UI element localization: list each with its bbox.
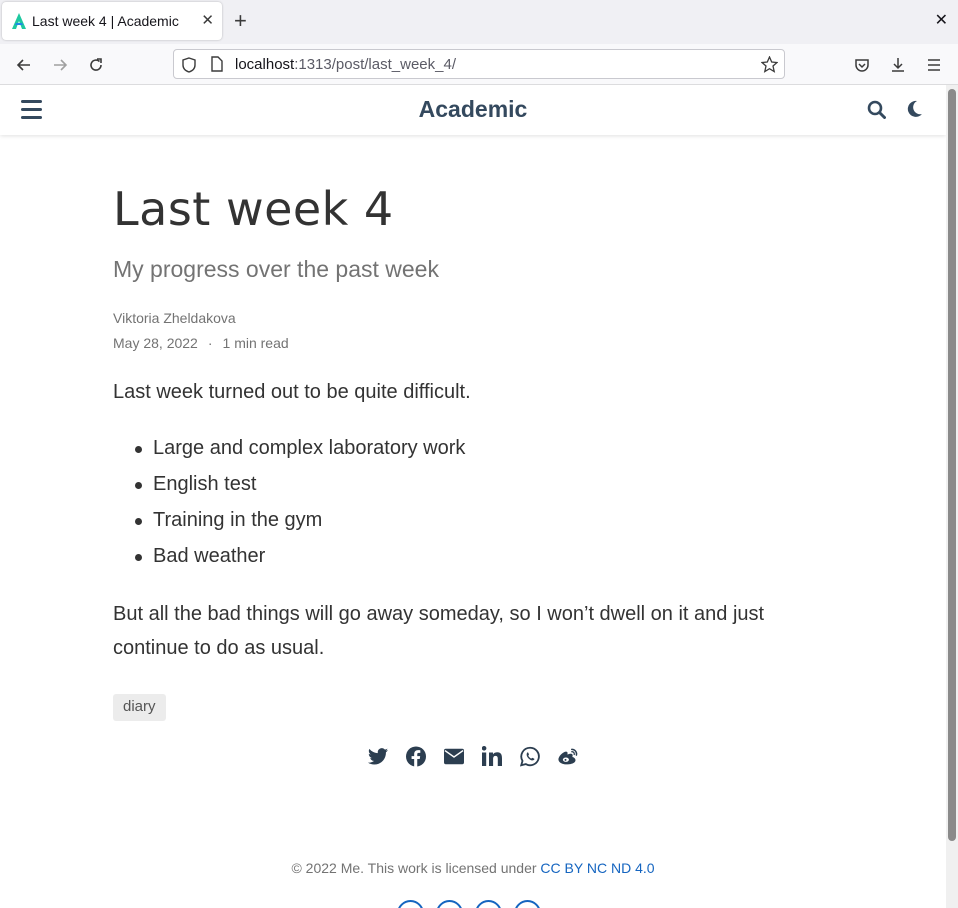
browser-toolbar: localhost:1313/post/last_week_4/ bbox=[0, 44, 958, 85]
pocket-button[interactable] bbox=[849, 52, 875, 78]
author-name[interactable]: Viktoria Zheldakova bbox=[113, 310, 236, 326]
facebook-icon[interactable] bbox=[406, 745, 426, 767]
page-title: Last week 4 bbox=[113, 182, 394, 236]
back-arrow-icon bbox=[16, 59, 30, 71]
list-item: Training in the gym bbox=[113, 507, 465, 543]
forward-arrow-icon bbox=[54, 59, 68, 71]
menu-icon bbox=[928, 59, 940, 71]
scrollbar-thumb[interactable] bbox=[948, 89, 956, 841]
footer-license-badges bbox=[397, 900, 541, 908]
browser-tab-strip: Last week 4 | Academic ✕ + ✕ bbox=[0, 0, 958, 44]
list-item: English test bbox=[113, 471, 465, 507]
tag-diary[interactable]: diary bbox=[113, 694, 166, 721]
nc-badge-icon[interactable] bbox=[475, 900, 502, 908]
publish-date: May 28, 2022 bbox=[113, 335, 198, 351]
url-bar[interactable]: localhost:1313/post/last_week_4/ bbox=[173, 49, 785, 79]
license-link[interactable]: CC BY NC ND 4.0 bbox=[540, 860, 654, 876]
article-meta: May 28, 2022 · 1 min read bbox=[113, 335, 289, 351]
read-time: 1 min read bbox=[222, 335, 289, 351]
meta-separator: · bbox=[207, 335, 213, 351]
intro-paragraph: Last week turned out to be quite difficu… bbox=[113, 381, 471, 403]
weibo-icon[interactable] bbox=[558, 745, 578, 767]
forward-button[interactable] bbox=[47, 52, 73, 78]
academic-favicon-icon bbox=[12, 13, 26, 29]
progress-list: Large and complex laboratory work Englis… bbox=[113, 435, 465, 579]
footer-copyright: © 2022 Me. This work is licensed under bbox=[291, 860, 541, 876]
page-viewport: Academic Last week 4 My progress over th… bbox=[0, 85, 946, 908]
menu-button[interactable] bbox=[921, 52, 947, 78]
browser-tab[interactable]: Last week 4 | Academic ✕ bbox=[2, 2, 222, 40]
dark-mode-moon-icon[interactable] bbox=[906, 100, 923, 118]
reload-icon bbox=[90, 58, 102, 71]
tab-title: Last week 4 | Academic bbox=[32, 13, 179, 29]
cc-badge-icon[interactable] bbox=[397, 900, 424, 908]
page-info-icon[interactable] bbox=[210, 56, 223, 72]
nd-badge-icon[interactable] bbox=[514, 900, 541, 908]
list-item: Bad weather bbox=[113, 543, 465, 579]
linkedin-icon[interactable] bbox=[482, 745, 502, 767]
site-header: Academic bbox=[0, 85, 946, 135]
page-scrollbar[interactable] bbox=[946, 85, 958, 908]
whatsapp-icon[interactable] bbox=[520, 745, 540, 767]
tab-close-icon[interactable]: ✕ bbox=[201, 12, 214, 30]
email-icon[interactable] bbox=[444, 745, 464, 767]
pocket-icon bbox=[855, 59, 869, 72]
shield-icon[interactable] bbox=[182, 57, 196, 73]
search-icon[interactable] bbox=[867, 100, 886, 119]
bookmark-star-icon[interactable] bbox=[761, 56, 778, 73]
site-brand[interactable]: Academic bbox=[0, 96, 946, 123]
by-badge-icon[interactable] bbox=[436, 900, 463, 908]
page-subtitle: My progress over the past week bbox=[113, 256, 439, 282]
download-icon bbox=[892, 58, 904, 72]
downloads-button[interactable] bbox=[885, 52, 911, 78]
url-text[interactable]: localhost:1313/post/last_week_4/ bbox=[235, 56, 456, 73]
window-close-button[interactable]: ✕ bbox=[935, 11, 948, 31]
closing-paragraph: But all the bad things will go away some… bbox=[113, 603, 765, 659]
reload-button[interactable] bbox=[83, 52, 109, 78]
list-item: Large and complex laboratory work bbox=[113, 435, 465, 471]
twitter-icon[interactable] bbox=[368, 745, 388, 767]
site-footer: © 2022 Me. This work is licensed under C… bbox=[0, 860, 946, 876]
share-bar bbox=[0, 745, 946, 767]
back-button[interactable] bbox=[11, 52, 37, 78]
new-tab-button[interactable]: + bbox=[234, 9, 247, 33]
